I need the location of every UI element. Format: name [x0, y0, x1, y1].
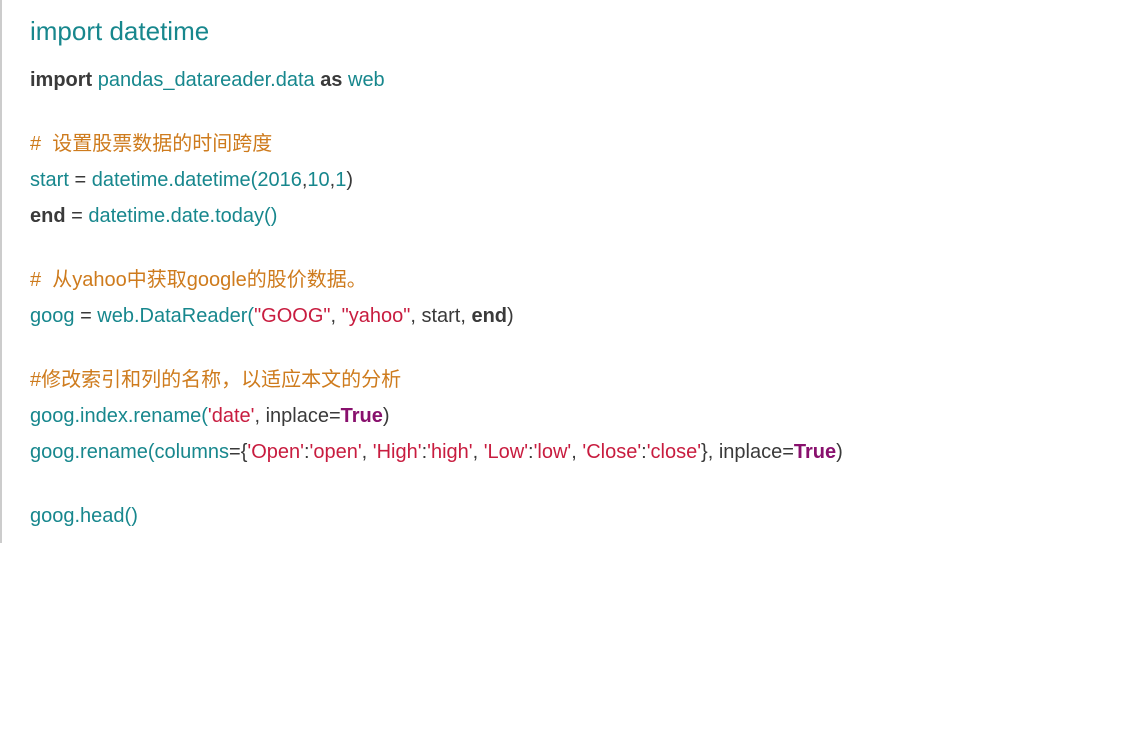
code-line-7: goog.rename(columns={'Open':'open', 'Hig…: [30, 437, 1130, 467]
code-line-2: import pandas_datareader.data as web: [30, 65, 1130, 95]
alias-web: web: [342, 69, 384, 91]
code-line-5: goog = web.DataReader("GOOG", "yahoo", s…: [30, 301, 1130, 331]
blank-line: [30, 231, 1130, 265]
code-line-3: start = datetime.datetime(2016,10,1): [30, 165, 1130, 195]
code-line-6: goog.index.rename('date', inplace=True): [30, 401, 1130, 431]
comment-3: #修改索引和列的名称，以适应本文的分析: [30, 365, 1130, 395]
code-line-1: import datetime: [30, 12, 1130, 51]
mod-datetime: datetime: [102, 16, 209, 46]
code-block: import datetime import pandas_datareader…: [0, 0, 1130, 543]
code-line-4: end = datetime.date.today(): [30, 201, 1130, 231]
kw-import: import: [30, 69, 92, 91]
comment-1: # 设置股票数据的时间跨度: [30, 129, 1130, 159]
kw-import: import: [30, 16, 102, 46]
blank-line: [30, 331, 1130, 365]
blank-line: [30, 467, 1130, 501]
mod-pandas: pandas_datareader.data: [92, 69, 320, 91]
kw-as: as: [320, 69, 342, 91]
code-line-8: goog.head(): [30, 501, 1130, 531]
comment-2: # 从yahoo中获取google的股价数据。: [30, 265, 1130, 295]
blank-line: [30, 95, 1130, 129]
